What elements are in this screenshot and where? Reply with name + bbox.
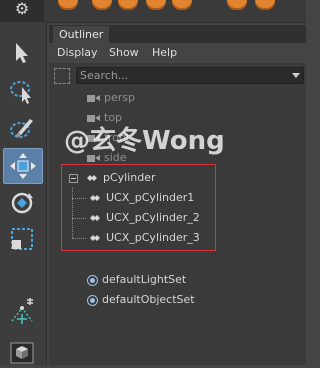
cube-shelf-icon[interactable] bbox=[255, 0, 275, 10]
set-icon bbox=[87, 294, 98, 306]
list-item[interactable]: defaultLightSet bbox=[87, 270, 186, 290]
layout-tool-icon[interactable] bbox=[3, 334, 41, 368]
search-input[interactable]: Search... bbox=[76, 67, 304, 84]
move-tool-icon[interactable] bbox=[3, 148, 43, 184]
search-placeholder: Search... bbox=[80, 69, 129, 82]
set-icon bbox=[87, 274, 98, 286]
watermark: @玄冬Wong bbox=[64, 126, 225, 156]
shelf-bar: ⚙ bbox=[0, 0, 306, 23]
menu-display[interactable]: Display bbox=[57, 43, 98, 63]
search-row: Search... bbox=[49, 65, 306, 87]
rotate-tool-icon[interactable] bbox=[3, 186, 41, 220]
menu-help[interactable]: Help bbox=[152, 43, 177, 63]
tab-outliner[interactable]: Outliner bbox=[53, 26, 110, 43]
paint-select-tool-icon[interactable] bbox=[3, 112, 41, 146]
menu-show[interactable]: Show bbox=[109, 43, 139, 63]
outliner-panel: Outliner Display Show Help Search... per… bbox=[49, 25, 306, 365]
item-label: defaultObjectSet bbox=[102, 293, 195, 306]
cylinder-shelf-icon[interactable] bbox=[58, 0, 78, 10]
chevron-down-icon[interactable] bbox=[292, 73, 300, 78]
plane-shelf-icon[interactable] bbox=[172, 0, 192, 10]
soft-mod-tool-icon[interactable] bbox=[3, 294, 41, 328]
item-label: defaultLightSet bbox=[102, 273, 187, 286]
toolbox bbox=[0, 22, 47, 365]
list-item[interactable]: defaultObjectSet bbox=[87, 290, 195, 310]
lasso-tool-icon[interactable] bbox=[3, 74, 41, 108]
cylinder-shelf-icon[interactable] bbox=[118, 0, 138, 10]
cylinder-shelf-icon[interactable] bbox=[92, 0, 112, 10]
list-item[interactable]: persp bbox=[87, 88, 135, 108]
menu-bar: Display Show Help bbox=[49, 43, 306, 63]
tab-bar: Outliner bbox=[49, 25, 306, 43]
item-label: persp bbox=[104, 91, 135, 104]
selection-highlight bbox=[61, 164, 216, 251]
gear-icon[interactable]: ⚙ bbox=[0, 0, 44, 22]
camera-icon bbox=[87, 94, 100, 103]
filter-icon[interactable] bbox=[54, 68, 70, 84]
diamond-shelf-icon[interactable] bbox=[227, 0, 247, 10]
cylinder-shelf-icon[interactable] bbox=[146, 0, 166, 10]
scale-tool-icon[interactable] bbox=[3, 222, 41, 256]
select-tool-icon[interactable] bbox=[3, 36, 41, 70]
